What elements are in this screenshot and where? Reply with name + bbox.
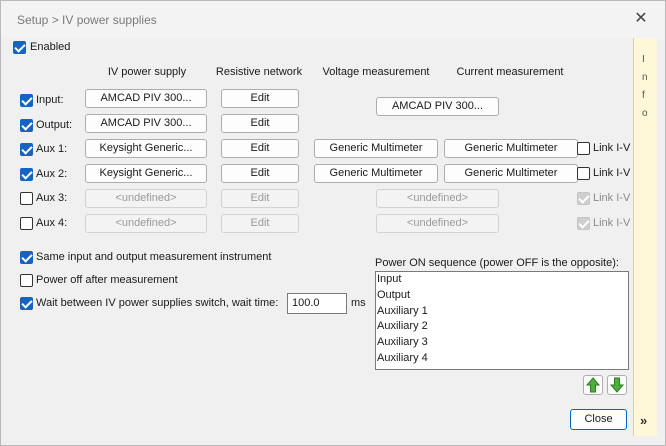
aux3-iv-supply-button: <undefined> [85,189,207,208]
settings-panel: Enabled IV power supply Resistive networ… [9,38,633,402]
input-voltage-measurement-button[interactable]: AMCAD PIV 300... [376,97,499,116]
aux2-current-measurement-button[interactable]: Generic Multimeter [444,164,578,183]
aux2-link-iv-checkbox[interactable] [577,167,590,180]
column-resistive-network: Resistive network [215,66,303,78]
aux1-resistive-edit-button[interactable]: Edit [221,139,299,158]
move-up-button[interactable] [583,375,603,395]
aux2-row-label: Aux 2: [36,168,68,180]
aux3-link-iv-label: Link I-V [593,192,631,204]
dialog-window: Setup > IV power supplies ✕ Enabled IV p… [0,0,666,446]
same-instrument-checkbox[interactable] [20,251,33,264]
wait-time-checkbox[interactable] [20,297,33,310]
info-letter: I [642,54,645,65]
aux1-link-iv-label: Link I-V [593,142,631,154]
aux3-link-iv-checkbox [577,192,590,205]
aux1-checkbox[interactable] [20,143,33,156]
info-letter: o [642,108,648,119]
enabled-checkbox[interactable] [13,41,26,54]
power-sequence-title: Power ON sequence (power OFF is the oppo… [375,257,619,269]
aux3-row-label: Aux 3: [36,192,68,204]
close-icon[interactable]: ✕ [631,9,651,29]
aux3-checkbox[interactable] [20,192,33,205]
aux2-checkbox[interactable] [20,168,33,181]
input-row-label: Input: [36,94,64,106]
aux4-voltage-measurement-button: <undefined> [376,214,499,233]
info-side-panel[interactable]: I n f o » [633,38,657,436]
aux1-row-label: Aux 1: [36,143,68,155]
list-item[interactable]: Auxiliary 2 [376,319,628,335]
output-row-label: Output: [36,119,73,131]
list-item[interactable]: Auxiliary 4 [376,351,628,367]
aux4-iv-supply-button: <undefined> [85,214,207,233]
aux4-resistive-edit-button: Edit [221,214,299,233]
arrow-up-icon [585,377,601,393]
aux4-checkbox[interactable] [20,217,33,230]
aux2-resistive-edit-button[interactable]: Edit [221,164,299,183]
power-off-label: Power off after measurement [36,274,178,286]
close-button[interactable]: Close [570,409,627,430]
enabled-label: Enabled [30,41,71,53]
list-item[interactable]: Output [376,288,628,304]
same-instrument-label: Same input and output measurement instru… [36,251,272,263]
output-checkbox[interactable] [20,119,33,132]
aux1-voltage-measurement-button[interactable]: Generic Multimeter [314,139,438,158]
aux2-link-iv-label: Link I-V [593,167,631,179]
aux1-link-iv-checkbox[interactable] [577,142,590,155]
input-checkbox[interactable] [20,94,33,107]
aux4-row-label: Aux 4: [36,217,68,229]
aux2-voltage-measurement-button[interactable]: Generic Multimeter [314,164,438,183]
output-resistive-edit-button[interactable]: Edit [221,114,299,133]
list-item[interactable]: Auxiliary 1 [376,304,628,320]
title-bar: Setup > IV power supplies ✕ [1,1,665,39]
aux3-resistive-edit-button: Edit [221,189,299,208]
arrow-down-icon [609,377,625,393]
output-iv-supply-button[interactable]: AMCAD PIV 300... [85,114,207,133]
list-item[interactable]: Input [376,272,628,288]
aux4-link-iv-label: Link I-V [593,217,631,229]
column-iv-power-supply: IV power supply [107,66,187,78]
aux4-link-iv-checkbox [577,217,590,230]
info-letter: n [642,72,648,83]
aux3-voltage-measurement-button: <undefined> [376,189,499,208]
wait-time-input[interactable]: 100.0 [287,293,347,314]
power-sequence-list[interactable]: Input Output Auxiliary 1 Auxiliary 2 Aux… [375,271,629,370]
power-off-checkbox[interactable] [20,274,33,287]
move-down-button[interactable] [607,375,627,395]
column-current-measurement: Current measurement [456,66,564,78]
input-resistive-edit-button[interactable]: Edit [221,89,299,108]
aux1-current-measurement-button[interactable]: Generic Multimeter [444,139,578,158]
window-title: Setup > IV power supplies [17,13,157,27]
aux2-iv-supply-button[interactable]: Keysight Generic... [85,164,207,183]
wait-time-unit: ms [351,297,366,309]
input-iv-supply-button[interactable]: AMCAD PIV 300... [85,89,207,108]
column-voltage-measurement: Voltage measurement [322,66,430,78]
list-item[interactable]: Auxiliary 3 [376,335,628,351]
wait-time-label: Wait between IV power supplies switch, w… [36,297,279,309]
aux1-iv-supply-button[interactable]: Keysight Generic... [85,139,207,158]
info-letter: f [642,90,645,101]
expand-chevron-icon[interactable]: » [640,413,647,428]
